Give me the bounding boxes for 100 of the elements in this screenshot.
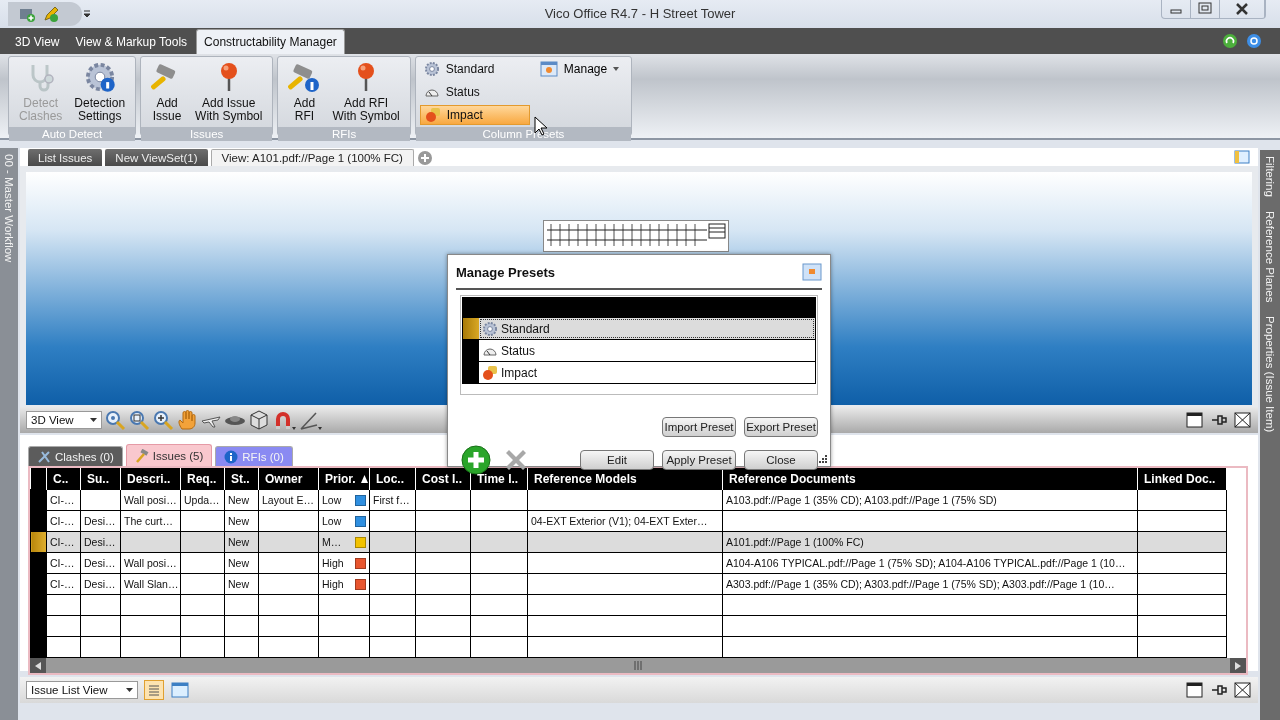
dialog-button[interactable]: Export Preset [744,417,818,437]
table-cell: The curt… [120,510,181,532]
help-icon[interactable] [1246,33,1262,49]
table-cell: A103.pdf://Page 1 (35% CD); A103.pdf://Page 1 (75% SD) [722,489,1138,511]
resize-grip-icon [819,455,828,464]
hammer-icon [134,448,149,463]
dialog-button[interactable]: Import Preset [662,417,736,437]
hand-icon[interactable] [176,409,198,431]
caret-icon [90,418,97,422]
document-tab[interactable]: List Issues [28,149,103,166]
manage-button[interactable]: Manage [535,59,624,79]
table-cell: CI-… [46,573,81,595]
dialog-button[interactable]: Apply Preset [662,450,736,470]
caret-icon [613,67,620,71]
maximize-icon[interactable] [1186,412,1204,428]
group-caption: Auto Detect [9,127,136,141]
preset-button[interactable]: Standard [419,59,530,79]
window-icon [539,61,558,77]
ribbon-button[interactable]: Add RFI With Symbol [328,59,404,125]
pencil-icon[interactable] [42,5,60,23]
ribbon-button[interactable]: Detection Settings [70,59,130,125]
column-header[interactable]: Reference Documents [722,468,1138,490]
table-cell: New [224,552,259,574]
ribbon-tab[interactable]: 3D View [8,30,67,54]
refresh-icon[interactable] [1222,33,1238,49]
table-cell: CI-… [46,510,81,532]
ball-icon [424,107,441,123]
side-panel-tab[interactable]: Properties (Issue Item) [1264,316,1276,433]
window-title: Vico Office R4.7 - H Street Tower [544,6,736,21]
priority-label: Low [322,494,342,506]
priority-label: M… [322,536,342,548]
scroll-left-icon[interactable] [35,661,41,670]
table-cell: New [224,489,259,511]
group-caption: Issues [141,127,273,141]
priority-label: High [322,557,344,569]
table-cell: First f… [369,489,416,511]
ribbon-tab[interactable]: View & Markup Tools [68,30,195,54]
table-cell: Wall posi… [120,552,181,574]
dialog-button[interactable]: Edit [580,450,654,470]
ribbon-button[interactable]: Add Issue [147,59,188,125]
ribbon-button[interactable]: Add RFI [284,59,325,125]
document-tab[interactable]: New ViewSet(1) [105,149,208,166]
preset-item[interactable]: Standard [479,318,815,339]
pin-icon[interactable] [1210,682,1228,698]
column-header[interactable]: Linked Doc.. [1137,468,1227,490]
scroll-grip-icon[interactable] [634,661,642,670]
column-header[interactable]: Cost I.. [415,468,471,490]
close-icon[interactable] [1234,682,1252,698]
column-header[interactable]: Prior. [318,468,370,490]
side-panel-tab[interactable]: Reference Planes [1264,210,1276,303]
column-header[interactable]: Descri.. [120,468,181,490]
cube-icon[interactable] [248,409,270,431]
column-header[interactable]: Reference Models [527,468,723,490]
table-cell: Upda… [180,489,225,511]
column-header[interactable]: Owner [258,468,319,490]
zoom-in-icon[interactable] [152,409,174,431]
ribbon-tab[interactable]: Constructability Manager [196,29,345,54]
ribbon-button[interactable]: Add Issue With Symbol [191,59,267,125]
view-dropdown[interactable]: Issue List View [26,681,138,699]
table-cell: Desi… [80,552,121,574]
column-header[interactable]: St.. [224,468,259,490]
table-cell: Wall posi… [120,489,181,511]
side-panel-tab[interactable]: Filtering [1264,156,1276,197]
add-icon[interactable] [461,445,491,475]
dropdown-icon[interactable] [82,9,92,19]
table-cell: CI-… [46,552,81,574]
column-header[interactable]: Su.. [80,468,121,490]
close-icon[interactable] [1234,412,1252,428]
pin-icon[interactable] [1210,412,1228,428]
dialog-button[interactable]: Close [744,450,818,470]
preset-button[interactable]: Impact [419,105,530,125]
table-cell: CI-… [46,489,81,511]
table-cell: Desi… [80,510,121,532]
priority-label: Low [322,515,342,527]
table-cell: New [224,510,259,532]
group-caption: Column Presets [415,127,632,141]
column-header[interactable]: Req.. [180,468,225,490]
list-view-icon[interactable] [144,680,164,700]
sort-arrow-icon [361,474,368,483]
document-tab[interactable]: View: A101.pdf://Page 1 (100% FC) [210,149,414,166]
gear-icon [83,61,116,93]
gear-icon [482,320,498,337]
preset-button[interactable]: Status [419,82,530,102]
column-header[interactable]: Loc.. [369,468,416,490]
form-view-icon[interactable] [170,680,190,700]
gear-icon [423,61,440,77]
view-dropdown[interactable]: 3D View [26,411,102,429]
column-header[interactable]: C.. [46,468,81,490]
zoom-window-icon[interactable] [128,409,150,431]
maximize-icon[interactable] [1186,682,1204,698]
issue-tab[interactable]: Issues (5) [125,444,213,466]
issue-tab[interactable]: Clashes (0) [28,446,123,466]
row-indicator[interactable] [30,531,47,553]
zoom-extents-icon[interactable] [104,409,126,431]
table-cell: 04-EXT Exterior (V1); 04-EXT Exter… [527,510,723,532]
group-caption: RFIs [278,127,410,141]
table-cell: Layout E… [258,489,319,511]
dropdown-value: Issue List View [31,684,108,696]
scroll-right-icon[interactable] [1235,661,1241,670]
add-tab-icon[interactable] [416,150,433,166]
